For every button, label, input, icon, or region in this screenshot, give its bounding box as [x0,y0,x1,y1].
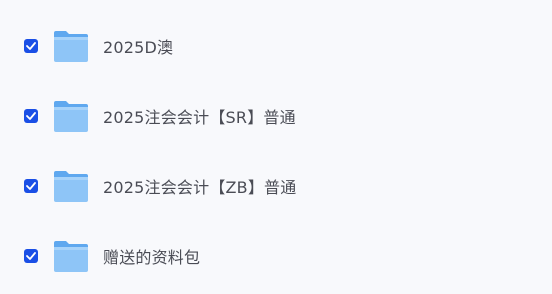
checkmark-icon [26,42,36,50]
item-name: 2025注会会计【SR】普通 [103,108,296,127]
checkmark-icon [26,112,36,120]
item-checkbox[interactable] [24,109,38,123]
item-name: 2025注会会计【ZB】普通 [103,178,297,197]
checkmark-icon [26,252,36,260]
folder-icon [52,169,90,203]
item-checkbox[interactable] [24,179,38,193]
item-checkbox[interactable] [24,249,38,263]
folder-icon [52,29,90,63]
item-checkbox[interactable] [24,39,38,53]
item-name: 2025D澳 [103,38,174,57]
file-list: 2025D澳 2025注会会计【SR】普通 2025注会会计【ZB】普通 赠送的… [0,0,552,294]
folder-icon [52,99,90,133]
checkmark-icon [26,182,36,190]
list-item[interactable]: 2025注会会计【ZB】普通 [0,151,552,221]
list-item[interactable]: 赠送的资料包 [0,221,552,291]
item-name: 赠送的资料包 [103,248,201,267]
list-item[interactable]: 2025D澳 [0,11,552,81]
folder-icon [52,239,90,273]
list-item[interactable]: 2025注会会计【SR】普通 [0,81,552,151]
